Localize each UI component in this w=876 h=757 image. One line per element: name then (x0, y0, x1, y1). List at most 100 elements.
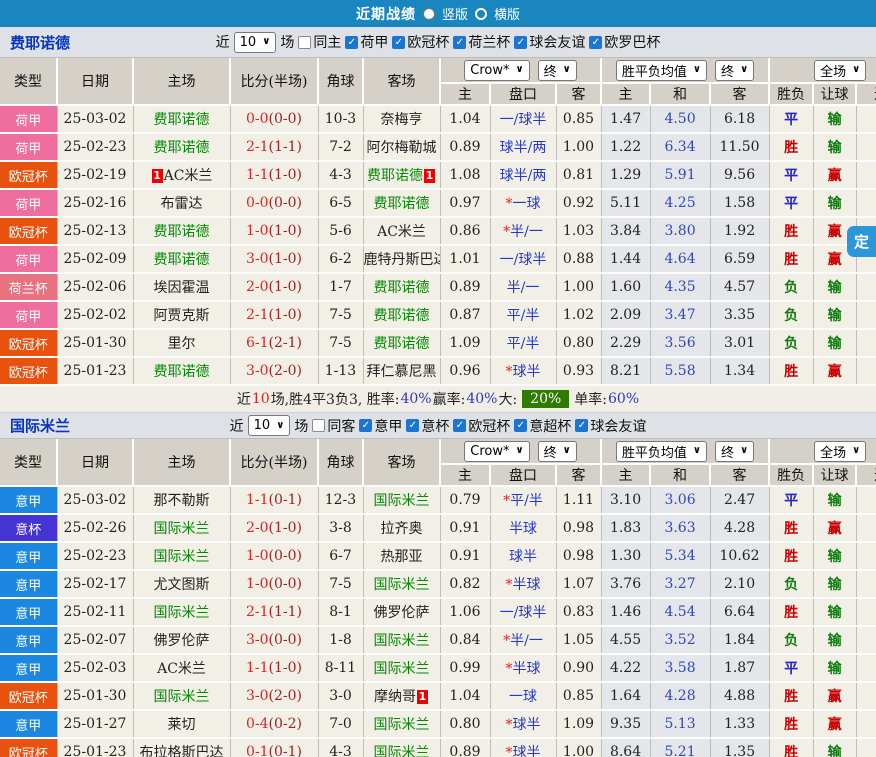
away-team-cell: 佛罗伦萨 (363, 598, 440, 626)
score-cell: 1-1(1-0) (230, 654, 318, 682)
checkbox-checked-icon[interactable]: ✓ (345, 36, 358, 49)
checkbox-unchecked-icon[interactable] (298, 36, 311, 49)
handicap-value: 球半 (509, 549, 537, 565)
league-filter[interactable]: ✓荷甲 (345, 32, 388, 52)
table-row: 意甲25-02-11国际米兰2-1(1-1)8-1佛罗伦萨1.06一/球半0.8… (0, 598, 876, 626)
page-title: 近期战绩 (356, 4, 416, 24)
same-venue-label: 同客 (327, 416, 355, 436)
table-row: 意甲25-02-03AC米兰1-1(1-0)8-11国际米兰0.99*半球0.9… (0, 654, 876, 682)
date-cell: 25-02-03 (57, 654, 133, 682)
type-badge-cell: 欧冠杯 (0, 329, 57, 357)
corners-cell: 6-5 (318, 189, 363, 217)
team-name: 费耶诺德 (154, 252, 210, 268)
home-team-cell: 国际米兰 (133, 598, 230, 626)
corners-cell: 7-0 (318, 710, 363, 738)
handicap-value: 半球 (513, 577, 541, 593)
league-filter[interactable]: ✓欧冠杯 (392, 32, 449, 52)
bookmaker-select[interactable]: Crow*∨ (464, 60, 529, 81)
scope-select[interactable]: 全场∨ (814, 60, 866, 81)
bookmaker-select[interactable]: Crow*∨ (464, 441, 529, 462)
same-venue-filter[interactable]: 同客 (312, 416, 355, 436)
handicap-value: 一/球半 (500, 252, 547, 268)
corners-cell: 3-8 (318, 514, 363, 542)
checkbox-unchecked-icon[interactable] (312, 419, 325, 432)
date-cell: 25-02-09 (57, 245, 133, 273)
away-odds-cell: 0.88 (556, 245, 601, 273)
avg-odds-select[interactable]: 胜平负均值∨ (616, 441, 707, 462)
vertical-layout-label[interactable]: 竖版 (442, 4, 468, 23)
league-filter[interactable]: ✓欧罗巴杯 (589, 32, 660, 52)
fulltime-score: 1-1 (246, 167, 269, 183)
avg-stage-select[interactable]: 终∨ (715, 441, 754, 462)
checkbox-checked-icon[interactable]: ✓ (514, 36, 527, 49)
team-name-link[interactable]: 费耶诺德 (10, 32, 70, 53)
team-name: 里尔 (168, 336, 196, 352)
avg-stage-select[interactable]: 终∨ (715, 60, 754, 81)
team-name: AC米兰 (157, 661, 206, 677)
halftime-score: (1-0) (269, 167, 302, 183)
avg-odds-select[interactable]: 胜平负均值∨ (616, 60, 707, 81)
pin-tab[interactable]: 定 (847, 226, 876, 257)
summary-text: 单率: (574, 389, 607, 409)
date-cell: 25-02-26 (57, 514, 133, 542)
fulltime-score: 0-0 (246, 195, 269, 211)
scope-select[interactable]: 全场∨ (814, 441, 866, 462)
col-score: 比分(半场) (230, 439, 318, 486)
avg-away-cell: 1.84 (710, 626, 769, 654)
date-cell: 25-03-02 (57, 105, 133, 133)
odds-stage-select[interactable]: 终∨ (538, 441, 577, 462)
handicap-value: 半球 (509, 521, 537, 537)
table-row: 欧冠杯25-01-30里尔6-1(2-1)7-5费耶诺德1.09平/半0.802… (0, 329, 876, 357)
vertical-layout-radio[interactable] (423, 8, 435, 20)
score-cell: 0-0(0-0) (230, 189, 318, 217)
away-odds-cell: 0.85 (556, 682, 601, 710)
avg-home-cell: 1.46 (601, 598, 650, 626)
horizontal-layout-radio[interactable] (475, 8, 487, 20)
goals-cell (856, 329, 876, 357)
avg-away-cell: 2.10 (710, 570, 769, 598)
checkbox-checked-icon[interactable]: ✓ (589, 36, 602, 49)
col-corner: 角球 (318, 58, 363, 105)
checkbox-checked-icon[interactable]: ✓ (359, 419, 372, 432)
home-team-cell: 1AC米兰 (133, 161, 230, 189)
league-filter[interactable]: ✓意甲 (359, 416, 402, 436)
table-row: 荷甲25-03-02费耶诺德0-0(0-0)10-3奈梅亨1.04一/球半0.8… (0, 105, 876, 133)
avg-home-cell: 1.60 (601, 273, 650, 301)
chevron-down-icon: ∨ (852, 65, 860, 75)
league-filter[interactable]: ✓荷兰杯 (453, 32, 510, 52)
away-odds-cell: 1.00 (556, 133, 601, 161)
checkbox-checked-icon[interactable]: ✓ (514, 419, 527, 432)
halftime-score: (2-1) (269, 335, 302, 351)
results-table: 类型 日期 主场 比分(半场) 角球 客场 Crow*∨ 终∨ 胜平负均 (0, 58, 876, 386)
odds-stage-select[interactable]: 终∨ (538, 60, 577, 81)
checkbox-checked-icon[interactable]: ✓ (575, 419, 588, 432)
league-filter[interactable]: ✓欧冠杯 (453, 416, 510, 436)
team-name-link[interactable]: 国际米兰 (10, 415, 70, 436)
date-cell: 25-01-30 (57, 682, 133, 710)
league-filter[interactable]: ✓意杯 (406, 416, 449, 436)
avg-draw-cell: 5.58 (650, 357, 710, 385)
home-team-cell: 布雷达 (133, 189, 230, 217)
team-name: 国际米兰 (374, 661, 430, 677)
table-row: 欧冠杯25-02-191AC米兰1-1(1-0)4-3费耶诺德11.08球半/两… (0, 161, 876, 189)
checkbox-checked-icon[interactable]: ✓ (453, 419, 466, 432)
match-count-select[interactable]: 10∨ (234, 32, 277, 53)
league-filter[interactable]: ✓球会友谊 (575, 416, 646, 436)
checkbox-checked-icon[interactable]: ✓ (453, 36, 466, 49)
checkbox-checked-icon[interactable]: ✓ (392, 36, 405, 49)
halftime-score: (0-1) (269, 492, 302, 508)
match-count-select[interactable]: 10∨ (248, 415, 291, 436)
avg-draw-cell: 5.91 (650, 161, 710, 189)
same-venue-filter[interactable]: 同主 (298, 32, 341, 52)
checkbox-checked-icon[interactable]: ✓ (406, 419, 419, 432)
col-home: 主场 (133, 439, 230, 486)
avg-home-cell: 8.64 (601, 738, 650, 757)
horizontal-layout-label[interactable]: 横版 (494, 4, 520, 23)
team-name: 鹿特丹斯巴达 (364, 252, 441, 268)
league-filter[interactable]: ✓球会友谊 (514, 32, 585, 52)
league-filter[interactable]: ✓意超杯 (514, 416, 571, 436)
away-team-cell: 阿尔梅勒城 (363, 133, 440, 161)
away-team-cell: 国际米兰 (363, 486, 440, 514)
wdl-result-cell: 负 (769, 273, 813, 301)
col-home: 主场 (133, 58, 230, 105)
